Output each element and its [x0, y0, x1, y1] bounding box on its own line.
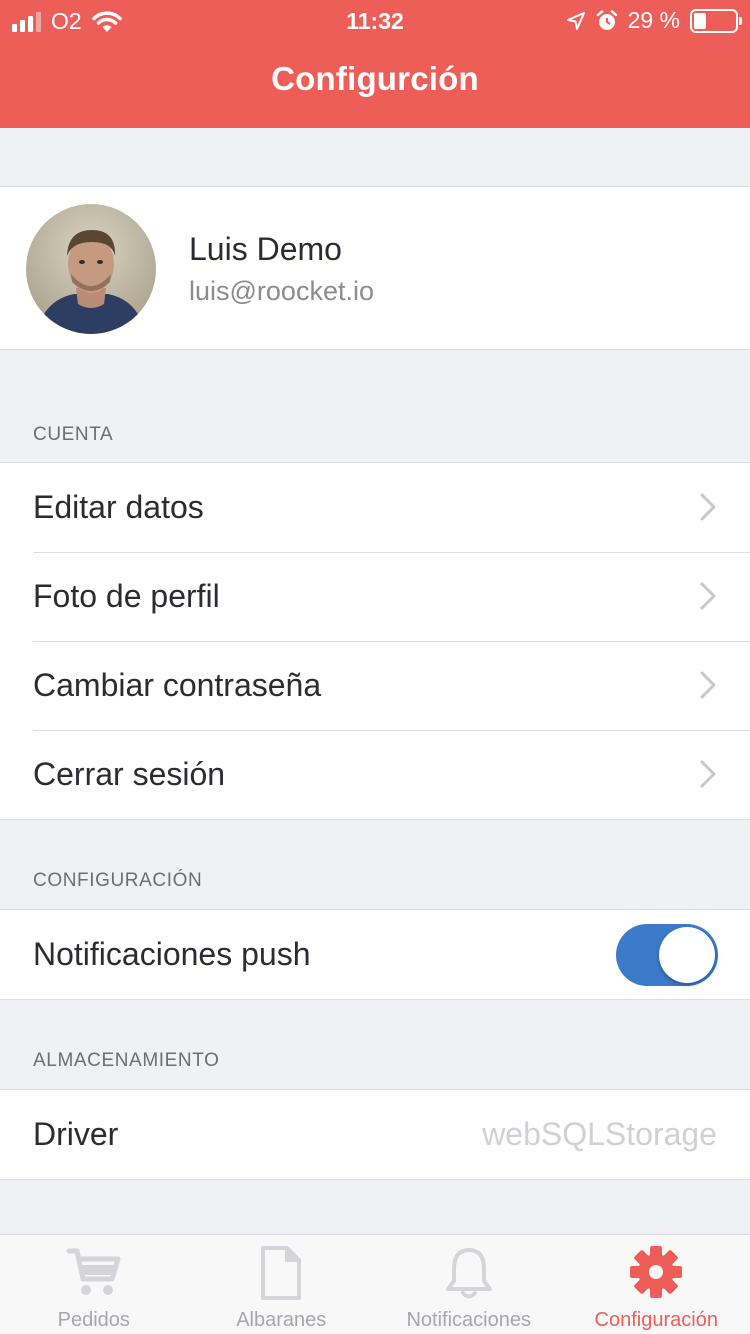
list-item-label: Cerrar sesión	[33, 756, 226, 792]
status-bar: O2 11:32 29 %	[0, 0, 750, 40]
list-item-label: Notificaciones push	[33, 936, 311, 972]
user-email: luis@roocket.io	[189, 276, 374, 306]
list-item-label: Foto de perfil	[33, 578, 220, 614]
alarm-icon	[596, 9, 617, 30]
battery-icon	[690, 8, 742, 33]
storage-group: Driver webSQLStorage	[0, 1089, 750, 1180]
header: O2 11:32 29 % Configurción	[0, 0, 750, 128]
list-item-label: Driver	[33, 1116, 119, 1152]
list-item-change-password[interactable]: Cambiar contraseña	[0, 641, 750, 730]
settings-group: Notificaciones push	[0, 909, 750, 1000]
tab-notificaciones[interactable]: Notificaciones	[375, 1235, 563, 1334]
chevron-right-icon	[700, 671, 716, 699]
tab-label: Pedidos	[57, 1309, 130, 1331]
section-label-storage: ALMACENAMIENTO	[33, 1050, 220, 1071]
tab-label: Albaranes	[236, 1309, 327, 1331]
section-label-settings: CONFIGURACIÓN	[33, 870, 203, 891]
list-item-driver: Driver webSQLStorage	[0, 1090, 750, 1179]
user-name: Luis Demo	[189, 231, 342, 267]
chevron-right-icon	[700, 582, 716, 610]
list-item-push-notifications: Notificaciones push	[0, 910, 750, 999]
tab-pedidos[interactable]: Pedidos	[0, 1235, 188, 1334]
account-group: Editar datos Foto de perfil Cambiar cont…	[0, 462, 750, 820]
gear-icon	[630, 1246, 683, 1298]
bell-icon	[445, 1248, 492, 1299]
chevron-right-icon	[700, 760, 716, 788]
location-arrow-icon	[566, 11, 585, 30]
profile-card[interactable]: Luis Demo luis@roocket.io	[0, 186, 750, 350]
list-item-label: Cambiar contraseña	[33, 667, 322, 703]
tab-label: Notificaciones	[406, 1309, 531, 1331]
document-icon	[261, 1246, 302, 1300]
cart-icon	[66, 1248, 121, 1295]
list-item-profile-photo[interactable]: Foto de perfil	[0, 552, 750, 641]
battery-percent: 29 %	[627, 7, 680, 33]
tab-bar: Pedidos Albaranes Notificaciones Configu…	[0, 1234, 750, 1334]
avatar[interactable]	[26, 204, 156, 334]
driver-value: webSQLStorage	[482, 1116, 717, 1152]
list-item-label: Editar datos	[33, 489, 204, 525]
section-label-account: CUENTA	[33, 424, 114, 445]
toggle-knob	[659, 927, 715, 983]
status-right: 29 %	[566, 7, 742, 34]
page-title: Configurción	[271, 60, 479, 97]
list-item-edit-data[interactable]: Editar datos	[0, 463, 750, 552]
list-item-logout[interactable]: Cerrar sesión	[0, 730, 750, 819]
tab-albaranes[interactable]: Albaranes	[188, 1235, 376, 1334]
chevron-right-icon	[700, 493, 716, 521]
tab-label: Configuración	[594, 1309, 718, 1331]
tab-configuracion[interactable]: Configuración	[563, 1235, 750, 1334]
push-notifications-toggle[interactable]	[616, 924, 718, 986]
